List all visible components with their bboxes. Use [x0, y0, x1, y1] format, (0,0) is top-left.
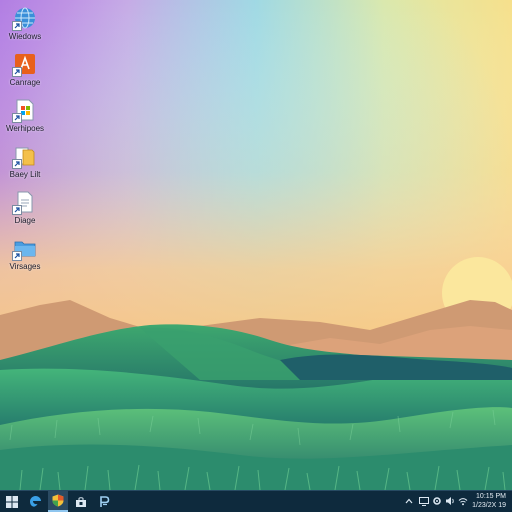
orange-app-icon [12, 52, 37, 77]
display-icon[interactable] [418, 495, 430, 507]
desktop-icon-label: Baey Lilt [9, 170, 41, 179]
desktop-icon-label: Werhipoes [5, 124, 45, 133]
desktop[interactable]: Wiedows Canrage Werhipoes Baey Lilt Diag… [0, 0, 512, 490]
clock-date: 1/23/2X 19 [472, 502, 506, 509]
shortcut-arrow-icon [12, 205, 22, 215]
shortcut-arrow-icon [12, 21, 22, 31]
desktop-icon-canrage[interactable]: Canrage [2, 50, 48, 94]
desktop-icon-werhipoes[interactable]: Werhipoes [2, 96, 48, 140]
app-p-taskbar-button[interactable] [94, 491, 114, 512]
landscape-wallpaper [0, 0, 512, 490]
edge-taskbar-button[interactable] [25, 491, 45, 512]
windows-logo-icon [6, 495, 18, 508]
settings-icon[interactable] [431, 495, 443, 507]
start-button[interactable] [2, 491, 22, 512]
shortcut-arrow-icon [12, 251, 22, 261]
clock-time: 10:15 PM [476, 493, 506, 500]
desktop-icon-virsages[interactable]: Virsages [2, 234, 48, 278]
blue-folder-icon [12, 236, 37, 261]
windows-document-icon [12, 98, 37, 123]
folder-document-icon [12, 144, 37, 169]
speaker-icon[interactable] [444, 495, 456, 507]
desktop-icon-label: Canrage [9, 78, 41, 87]
shortcut-arrow-icon [12, 113, 22, 123]
shield-taskbar-button[interactable] [48, 491, 68, 512]
taskbar: 10:15 PM 1/23/2X 19 [0, 490, 512, 512]
globe-icon [12, 6, 37, 31]
shortcut-arrow-icon [12, 159, 22, 169]
clock[interactable]: 10:15 PM 1/23/2X 19 [466, 492, 506, 510]
desktop-icon-label: Wiedows [8, 32, 42, 41]
shield-icon [52, 494, 64, 507]
desktop-icon-label: Diage [14, 216, 36, 225]
store-taskbar-button[interactable] [71, 491, 91, 512]
document-icon [12, 190, 37, 215]
desktop-icon-label: Virsages [9, 262, 41, 271]
store-icon [75, 496, 87, 508]
desktop-icon-wiedows[interactable]: Wiedows [2, 4, 48, 48]
chevron-up-icon[interactable] [403, 495, 415, 507]
desktop-icon-diage[interactable]: Diage [2, 188, 48, 232]
p-app-icon [98, 495, 110, 508]
shortcut-arrow-icon [12, 67, 22, 77]
desktop-icon-baey-lilt[interactable]: Baey Lilt [2, 142, 48, 186]
edge-icon [29, 495, 42, 508]
